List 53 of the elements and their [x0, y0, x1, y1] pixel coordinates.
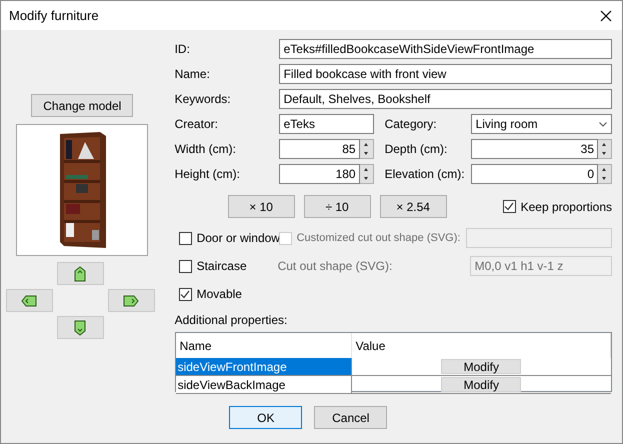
table-cell[interactable]: sideViewFrontImage — [176, 358, 352, 376]
svg-shape-field[interactable] — [466, 228, 612, 248]
section-label: Additional properties: — [174, 312, 288, 326]
check-icon — [180, 290, 190, 298]
change-model-button[interactable]: Change model — [31, 94, 134, 117]
checkbox[interactable] — [178, 232, 192, 244]
checkbox-label[interactable]: Keep proportions — [520, 200, 612, 214]
field-label: Height (cm): — [174, 167, 241, 181]
modify-button[interactable]: Modify — [441, 359, 522, 374]
field-label: ID: — [174, 42, 191, 56]
multiplier-button[interactable]: × 2.54 — [380, 195, 447, 218]
spinner-buttons[interactable] — [598, 164, 612, 184]
spinner-buttons[interactable] — [360, 139, 374, 159]
rotate-down-button[interactable] — [56, 316, 104, 339]
table-cell[interactable]: sideViewBackImage — [176, 376, 352, 394]
modify-button[interactable]: Modify — [441, 377, 522, 392]
spinner-buttons[interactable] — [360, 164, 374, 184]
text-field[interactable]: eTeks — [278, 114, 374, 134]
dialog-button[interactable]: OK — [229, 406, 302, 429]
rotate-up-button[interactable] — [56, 262, 104, 285]
text-field[interactable]: Filled bookcase with front view — [278, 64, 612, 84]
field-label: Name: — [174, 67, 211, 81]
text-field[interactable]: eTeks#filledBookcaseWithSideViewFrontImage — [278, 39, 612, 59]
chevron-down-icon — [599, 122, 607, 126]
number-field[interactable]: 85 — [278, 139, 360, 159]
spinner-buttons[interactable] — [598, 139, 612, 159]
text-field[interactable]: Default, Shelves, Bookshelf — [278, 89, 612, 109]
close-icon[interactable] — [600, 10, 612, 22]
check-icon — [504, 202, 514, 211]
checkbox-label[interactable]: Movable — [196, 287, 242, 301]
checkbox[interactable] — [502, 200, 516, 213]
dialog-button[interactable]: Cancel — [314, 406, 388, 429]
checkbox[interactable] — [178, 260, 192, 272]
number-field[interactable]: 0 — [470, 164, 598, 184]
number-field[interactable]: 180 — [278, 164, 360, 184]
field-label: Category: — [384, 117, 438, 131]
window-title: Modify furniture — [9, 8, 99, 23]
number-field[interactable]: 35 — [470, 139, 598, 159]
category-dropdown[interactable]: Living room — [470, 114, 612, 134]
checkbox-label[interactable]: Staircase — [196, 259, 247, 273]
checkbox[interactable] — [178, 288, 192, 300]
multiplier-button[interactable]: ÷ 10 — [304, 195, 371, 218]
multiplier-button[interactable]: × 10 — [228, 195, 295, 218]
rotate-left-button[interactable] — [6, 289, 53, 312]
field-label: Keywords: — [174, 92, 232, 106]
field-label: Width (cm): — [174, 142, 237, 156]
field-label: Cut out shape (SVG): — [278, 259, 394, 273]
checkbox-label[interactable]: Door or window — [196, 231, 280, 245]
column-header[interactable]: Value — [352, 333, 611, 358]
field-label: Depth (cm): — [384, 142, 448, 156]
rotate-right-button[interactable] — [108, 289, 155, 312]
field-label: Elevation (cm): — [384, 167, 466, 181]
field-label: Creator: — [174, 117, 219, 131]
